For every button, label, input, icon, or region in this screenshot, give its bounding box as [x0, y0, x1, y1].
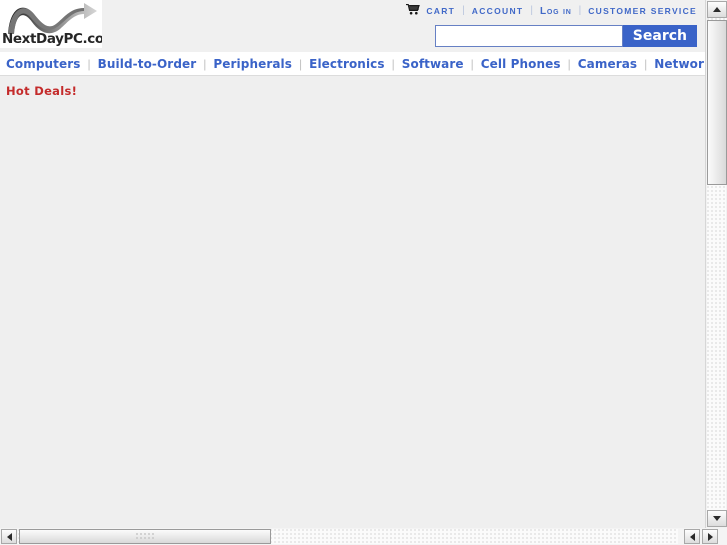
page-content: Hot Deals! [0, 76, 705, 528]
scroll-right-arrow-icon [707, 532, 713, 541]
nav-separator: | [644, 57, 648, 71]
nav-separator: | [470, 57, 474, 71]
main-navigation: Computers | Build-to-Order | Peripherals… [0, 53, 705, 76]
browser-viewport: NextDayPC.com CART | ACCOUNT | Log in | … [0, 0, 705, 528]
nav-separator: | [87, 57, 91, 71]
utility-link-account[interactable]: ACCOUNT [472, 6, 524, 16]
nav-item-cell-phones[interactable]: Cell Phones [481, 57, 561, 71]
site-header: NextDayPC.com CART | ACCOUNT | Log in | … [0, 0, 705, 53]
utility-separator: | [530, 5, 533, 16]
search-form: Search [434, 25, 697, 47]
scroll-up-arrow-icon [713, 7, 721, 12]
scroll-right-button-secondary[interactable] [702, 529, 718, 544]
scroll-left-button[interactable] [1, 529, 17, 544]
utility-separator: | [462, 5, 465, 16]
nav-separator: | [203, 57, 207, 71]
horizontal-scrollbar[interactable] [0, 528, 727, 545]
vertical-scrollbar[interactable] [705, 0, 727, 528]
nav-separator: | [567, 57, 571, 71]
search-input[interactable] [434, 25, 623, 47]
nav-separator: | [391, 57, 395, 71]
utility-link-log-in[interactable]: Log in [540, 6, 572, 17]
logo-wordmark: NextDayPC.com [2, 31, 102, 47]
utility-nav: CART | ACCOUNT | Log in | CUSTOMER SERVI… [406, 2, 697, 20]
search-button[interactable]: Search [622, 25, 697, 47]
hot-deals-heading: Hot Deals! [6, 84, 78, 98]
scroll-left-button-secondary[interactable] [684, 529, 700, 544]
nav-item-electronics[interactable]: Electronics [309, 57, 384, 71]
scroll-left-arrow-icon [689, 532, 695, 541]
nav-item-cameras[interactable]: Cameras [578, 57, 637, 71]
scroll-down-button[interactable] [707, 510, 727, 527]
horizontal-scrollbar-thumb[interactable] [19, 529, 271, 544]
scroll-left-arrow-icon [6, 532, 12, 541]
scrollbar-grip [136, 532, 154, 541]
nav-item-peripherals[interactable]: Peripherals [213, 57, 292, 71]
nav-separator: | [299, 57, 303, 71]
utility-separator: | [578, 5, 582, 16]
utility-link-customer-service[interactable]: CUSTOMER SERVICE [588, 6, 697, 16]
nav-item-build-to-order[interactable]: Build-to-Order [98, 57, 197, 71]
scroll-down-arrow-icon [713, 516, 721, 521]
nav-item-software[interactable]: Software [402, 57, 464, 71]
scroll-up-button[interactable] [707, 1, 727, 18]
utility-link-cart[interactable]: CART [426, 6, 455, 16]
site-logo[interactable]: NextDayPC.com [0, 0, 102, 48]
vertical-scrollbar-thumb[interactable] [707, 20, 727, 185]
nav-item-networking[interactable]: Networking [654, 57, 705, 71]
shopping-cart-icon[interactable] [406, 2, 421, 20]
nav-item-computers[interactable]: Computers [6, 57, 81, 71]
